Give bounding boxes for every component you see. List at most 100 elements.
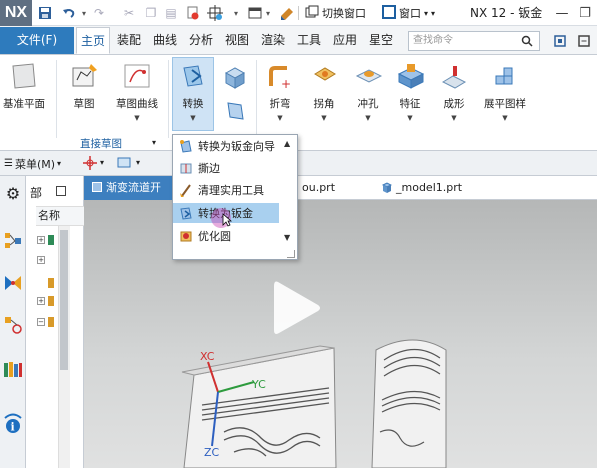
selection-filter-dropdown-icon[interactable]: ▾ bbox=[100, 158, 104, 167]
ribbon-separator bbox=[168, 60, 169, 138]
model-part-right[interactable] bbox=[371, 339, 447, 468]
minimize-icon[interactable]: — bbox=[553, 3, 571, 23]
switch-window-icon bbox=[305, 5, 319, 22]
part-icon bbox=[92, 182, 102, 192]
window-toggle-icon[interactable] bbox=[246, 4, 264, 22]
tab-render[interactable]: 渲染 bbox=[256, 27, 290, 54]
file-tab[interactable]: 文件(F) bbox=[0, 27, 74, 54]
menu-button[interactable]: ☰ 菜单(M) ▾ bbox=[4, 155, 61, 172]
bend-button[interactable]: + 折弯 ▼ bbox=[262, 60, 298, 122]
view-orient-dropdown-icon[interactable]: ▾ bbox=[136, 158, 140, 167]
name-column-header[interactable]: 名称 bbox=[36, 206, 84, 226]
redo-icon[interactable]: ↷ bbox=[90, 4, 108, 22]
ribbon-separator bbox=[256, 60, 257, 138]
tree-expand-icon[interactable]: + bbox=[37, 297, 45, 305]
switch-window-label: 切换窗口 bbox=[322, 7, 366, 20]
window-icon bbox=[382, 4, 396, 22]
feature-icon bbox=[393, 60, 427, 92]
tab-curve[interactable]: 曲线 bbox=[148, 27, 182, 54]
graphics-viewport[interactable]: XC YC ZC bbox=[84, 200, 597, 468]
switch-window-button[interactable]: 切换窗口 bbox=[305, 4, 366, 22]
menu-item-rip[interactable]: 撕边 bbox=[173, 158, 279, 178]
settings-gear-icon[interactable]: ⚙ bbox=[1, 180, 25, 206]
tab-assembly[interactable]: 装配 bbox=[112, 27, 146, 54]
xc-axis-label: XC bbox=[200, 350, 215, 363]
save-icon[interactable] bbox=[36, 4, 54, 22]
flange-icon[interactable] bbox=[220, 96, 250, 126]
menu-item-convert-wizard[interactable]: 转换为钣金向导 bbox=[173, 136, 279, 156]
window-toggle-dropdown-icon[interactable]: ▾ bbox=[264, 6, 272, 20]
feature-dropdown-icon: ▼ bbox=[407, 114, 413, 122]
tab-application[interactable]: 应用 bbox=[328, 27, 362, 54]
constraint-navigator-icon[interactable] bbox=[1, 270, 25, 296]
datum-plane-button[interactable]: 基准平面 bbox=[2, 60, 46, 111]
menu-item-cleanup[interactable]: 清理实用工具 bbox=[173, 180, 279, 200]
selection-filter-icon[interactable] bbox=[80, 153, 100, 173]
doc-tab-active[interactable]: 渐变流道开 bbox=[84, 176, 176, 200]
menu-scroll-down-icon[interactable]: ▼ bbox=[284, 233, 290, 242]
flat-pattern-dropdown-icon: ▼ bbox=[502, 114, 508, 122]
sketch-button[interactable]: 草图 bbox=[64, 60, 104, 111]
convert-button[interactable]: 转换 ▼ bbox=[174, 60, 212, 122]
corner-dropdown-icon: ▼ bbox=[321, 114, 327, 122]
copy-display-icon[interactable] bbox=[184, 4, 202, 22]
web-browser-icon[interactable]: i bbox=[1, 410, 25, 436]
view-orient-icon[interactable] bbox=[114, 153, 134, 173]
help-icon[interactable] bbox=[576, 32, 592, 50]
form-button[interactable]: 成形 ▼ bbox=[436, 60, 472, 122]
direct-sketch-group-label[interactable]: 直接草图 bbox=[80, 136, 122, 151]
flat-pattern-button[interactable]: 展平图样 ▼ bbox=[480, 60, 530, 122]
menu-scroll-up-icon[interactable]: ▲ bbox=[284, 139, 290, 148]
window-menu-button[interactable]: 窗口 ▾ ▾ bbox=[382, 4, 435, 22]
sketch-curve-dropdown-icon: ▼ bbox=[134, 114, 140, 122]
convert-dropdown-icon: ▼ bbox=[190, 114, 196, 122]
restore-icon[interactable]: ❐ bbox=[576, 3, 594, 23]
tree-collapse-icon[interactable]: − bbox=[37, 318, 45, 326]
sketch-curve-button[interactable]: 草图曲线 ▼ bbox=[112, 60, 162, 122]
punch-dropdown-icon: ▼ bbox=[365, 114, 371, 122]
form-icon bbox=[437, 60, 471, 92]
assembly-navigator-icon[interactable] bbox=[1, 228, 25, 254]
tab-view[interactable]: 视图 bbox=[220, 27, 254, 54]
tab-xingkong[interactable]: 星空 bbox=[364, 27, 398, 54]
corner-button[interactable]: 拐角 ▼ bbox=[306, 60, 342, 122]
group-dropdown-icon[interactable]: ▾ bbox=[152, 138, 156, 147]
feature-button[interactable]: 特征 ▼ bbox=[392, 60, 428, 122]
menu-item-optimize-circle[interactable]: 优化圆 bbox=[173, 226, 279, 246]
tab-home[interactable]: 主页 bbox=[76, 27, 110, 54]
reuse-library-icon[interactable] bbox=[1, 356, 25, 382]
part-icon bbox=[381, 182, 393, 194]
tree-node-icon bbox=[48, 278, 54, 288]
tab-analysis[interactable]: 分析 bbox=[184, 27, 218, 54]
doc-tab-2[interactable]: ou.prt bbox=[302, 176, 335, 200]
tree-node-icon bbox=[48, 296, 54, 306]
part-navigator-icon[interactable] bbox=[1, 312, 25, 338]
navigator-maximize-icon[interactable] bbox=[56, 186, 66, 196]
cut-icon[interactable]: ✂ bbox=[120, 4, 138, 22]
ribbon-options-icon[interactable] bbox=[552, 32, 568, 50]
bend-label: 折弯 bbox=[269, 98, 291, 110]
tree-expand-icon[interactable]: + bbox=[37, 236, 45, 244]
menu-label: 菜单(M) bbox=[14, 157, 56, 171]
video-play-icon[interactable] bbox=[268, 276, 324, 340]
rip-icon bbox=[179, 161, 193, 175]
touch-mode-icon[interactable] bbox=[278, 4, 296, 22]
tab-tools[interactable]: 工具 bbox=[292, 27, 326, 54]
search-icon[interactable] bbox=[518, 32, 536, 50]
snap-icon[interactable] bbox=[206, 4, 224, 22]
menu-resize-grip-icon[interactable] bbox=[287, 250, 295, 258]
copy-icon[interactable]: ❐ bbox=[142, 4, 160, 22]
menu-icon: ☰ bbox=[4, 158, 13, 169]
undo-icon[interactable] bbox=[60, 4, 78, 22]
punch-button[interactable]: 冲孔 ▼ bbox=[350, 60, 386, 122]
convert-label: 转换 bbox=[182, 98, 204, 110]
tree-expand-icon[interactable]: + bbox=[37, 256, 45, 264]
paste-icon[interactable]: ▤ bbox=[162, 4, 180, 22]
svg-text:+: + bbox=[281, 77, 291, 90]
base-box-icon[interactable] bbox=[220, 62, 250, 92]
navigator-scrollbar-thumb[interactable] bbox=[60, 230, 68, 370]
corner-label: 拐角 bbox=[313, 98, 335, 110]
undo-dropdown-icon[interactable]: ▾ bbox=[80, 6, 88, 20]
snap-dropdown-icon[interactable]: ▾ bbox=[232, 6, 240, 20]
doc-tab-3[interactable]: _model1.prt bbox=[396, 176, 462, 200]
